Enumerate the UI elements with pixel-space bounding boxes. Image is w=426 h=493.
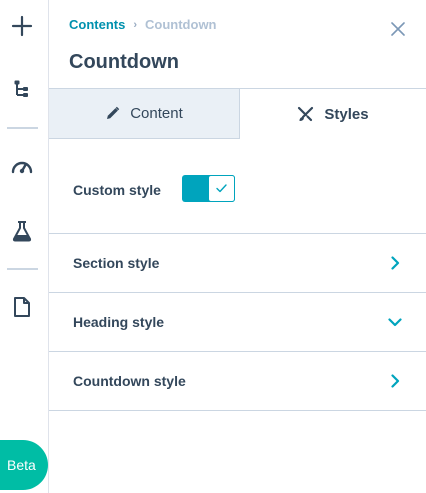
structure-button[interactable] xyxy=(0,72,44,108)
pencil-icon xyxy=(107,106,120,119)
custom-style-toggle[interactable] xyxy=(182,175,235,202)
tree-icon xyxy=(14,80,28,97)
close-icon xyxy=(391,22,405,36)
tab-styles-label: Styles xyxy=(324,105,369,123)
optimize-button[interactable] xyxy=(0,148,44,184)
tab-content-label: Content xyxy=(130,105,183,122)
styles-panel: Custom style Section style Heading style… xyxy=(49,138,426,411)
close-button[interactable] xyxy=(387,18,409,40)
editor-tabs: Content Styles xyxy=(49,88,426,139)
breadcrumb: Contents › Countdown xyxy=(69,17,217,32)
panel-header: Contents › Countdown Countdown xyxy=(49,0,426,88)
pages-button[interactable] xyxy=(0,289,44,325)
countdown-style-row[interactable]: Countdown style xyxy=(49,352,426,411)
gauge-icon xyxy=(11,161,33,174)
countdown-style-label: Countdown style xyxy=(73,373,186,389)
tab-styles[interactable]: Styles xyxy=(240,89,426,139)
custom-style-row: Custom style xyxy=(49,138,426,234)
test-button[interactable] xyxy=(0,213,44,249)
page-title: Countdown xyxy=(69,51,179,73)
custom-style-label: Custom style xyxy=(73,182,161,198)
breadcrumb-current: Countdown xyxy=(145,17,217,32)
plus-icon xyxy=(11,15,33,37)
add-button[interactable] xyxy=(0,8,44,44)
chevron-right-icon xyxy=(387,255,403,271)
chevron-down-icon xyxy=(387,314,403,330)
checkmark-icon xyxy=(216,184,227,193)
breadcrumb-separator-icon: › xyxy=(133,18,138,31)
toggle-knob xyxy=(208,175,235,202)
heading-style-row[interactable]: Heading style xyxy=(49,293,426,352)
section-style-row[interactable]: Section style xyxy=(49,234,426,293)
flask-icon xyxy=(12,221,32,242)
document-icon xyxy=(14,297,30,317)
tab-content[interactable]: Content xyxy=(49,89,240,139)
brush-icon xyxy=(298,106,314,121)
breadcrumb-contents-link[interactable]: Contents xyxy=(69,17,125,32)
section-style-label: Section style xyxy=(73,255,160,271)
rail-divider xyxy=(7,268,38,270)
heading-style-label: Heading style xyxy=(73,314,165,330)
beta-badge[interactable]: Beta xyxy=(0,440,48,490)
rail-divider xyxy=(7,127,38,129)
chevron-right-icon xyxy=(387,373,403,389)
left-rail: Beta xyxy=(0,0,49,493)
